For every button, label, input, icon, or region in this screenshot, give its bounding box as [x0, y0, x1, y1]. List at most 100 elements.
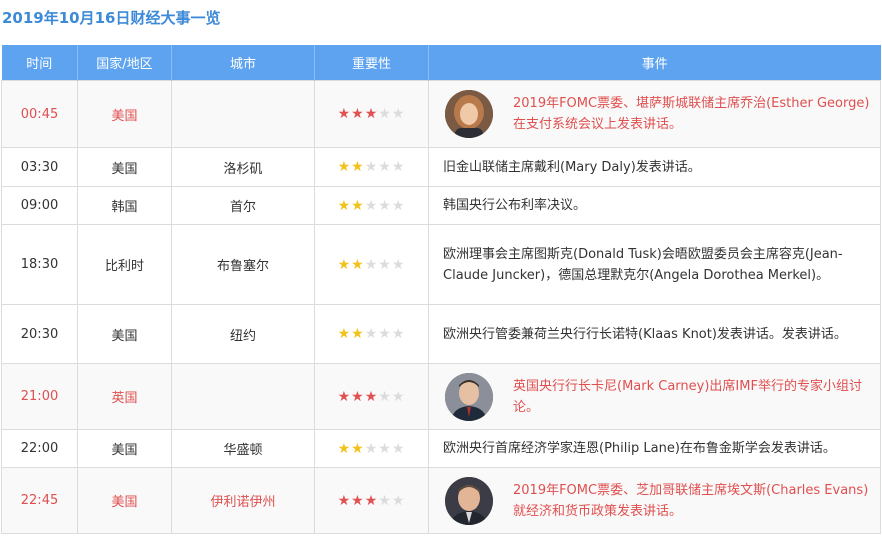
- page-title: 2019年10月16日财经大事一览: [2, 9, 221, 27]
- star-icon: ★: [378, 492, 392, 509]
- star-icon: ★: [351, 256, 365, 273]
- event-cell: 欧洲理事会主席图斯克(Donald Tusk)会晤欧盟委员会主席容克(Jean-…: [428, 224, 881, 305]
- table-header-row: 时间 国家/地区 城市 重要性 事件: [1, 45, 881, 81]
- time-cell: 22:00: [1, 429, 78, 468]
- country-cell: 韩国: [77, 186, 172, 225]
- star-icon: ★: [391, 440, 406, 457]
- table-row[interactable]: 18:30 比利时 布鲁塞尔 ★★★★★ 欧洲理事会主席图斯克(Donald Tusk)…: [1, 224, 881, 305]
- importance-stars: ★★★★★: [338, 159, 406, 175]
- country-cell: 美国: [77, 304, 172, 364]
- country-cell: 美国: [77, 147, 172, 187]
- star-icon: ★: [337, 492, 352, 509]
- star-icon: ★: [391, 326, 406, 342]
- importance-cell: ★★★★★: [314, 186, 429, 225]
- event-description: 英国央行行长卡尼(Mark Carney)出席IMF举行的专家小组讨论。: [513, 378, 862, 415]
- star-icon: ★: [337, 197, 352, 214]
- importance-stars: ★★★★★: [338, 441, 406, 457]
- star-icon: ★: [351, 197, 365, 214]
- event-cell: 2019年FOMC票委、芝加哥联储主席埃文斯(Charles Evans)就经济…: [428, 467, 881, 534]
- time-cell: 21:00: [1, 363, 78, 430]
- star-icon: ★: [378, 440, 392, 457]
- mark-carney-avatar: [445, 372, 493, 421]
- event-description: 欧洲理事会主席图斯克(Donald Tusk)会晤欧盟委员会主席容克(Jean-…: [443, 246, 843, 283]
- star-icon: ★: [351, 106, 365, 122]
- country-cell: 美国: [77, 467, 172, 534]
- star-icon: ★: [364, 388, 379, 405]
- importance-stars: ★★★★★: [338, 326, 406, 342]
- star-icon: ★: [337, 326, 352, 342]
- country-cell: 美国: [77, 80, 172, 148]
- importance-stars: ★★★★★: [338, 198, 406, 214]
- star-icon: ★: [337, 440, 352, 457]
- importance-cell: ★★★★★: [314, 429, 429, 468]
- table-row[interactable]: 22:00 美国 华盛顿 ★★★★★ 欧洲央行首席经济学家连恩(Philip Lane)…: [1, 429, 881, 468]
- column-header-city: 城市: [171, 45, 315, 81]
- city-cell: 布鲁塞尔: [171, 224, 315, 305]
- star-icon: ★: [351, 159, 365, 175]
- table-row[interactable]: 20:30 美国 纽约 ★★★★★ 欧洲央行管委兼荷兰央行行长诺特(Klaas Knot…: [1, 304, 881, 364]
- column-header-country: 国家/地区: [77, 45, 172, 81]
- column-header-event: 事件: [428, 45, 881, 81]
- star-icon: ★: [351, 492, 365, 509]
- star-icon: ★: [391, 106, 406, 122]
- country-cell: 比利时: [77, 224, 172, 305]
- star-icon: ★: [378, 326, 392, 342]
- time-cell: 22:45: [1, 467, 78, 534]
- events-table: 时间 国家/地区 城市 重要性 事件 00:45 美国 ★★★★★ 2019年FOMC…: [1, 45, 881, 534]
- city-cell: [171, 363, 315, 430]
- star-icon: ★: [351, 388, 365, 405]
- table-row[interactable]: 21:00 英国 ★★★★★ 英国央行行长卡尼(Mark Carney)出席IMF举行…: [1, 363, 881, 430]
- star-icon: ★: [351, 326, 365, 342]
- star-icon: ★: [364, 440, 379, 457]
- star-icon: ★: [364, 106, 379, 122]
- star-icon: ★: [391, 388, 406, 405]
- time-cell: 20:30: [1, 304, 78, 364]
- time-cell: 03:30: [1, 147, 78, 187]
- star-icon: ★: [364, 326, 379, 342]
- importance-stars: ★★★★★: [338, 106, 406, 122]
- importance-stars: ★★★★★: [338, 389, 406, 405]
- events-table-body: 00:45 美国 ★★★★★ 2019年FOMC票委、堪萨斯城联储主席乔治(Esthe…: [1, 80, 881, 534]
- table-row[interactable]: 00:45 美国 ★★★★★ 2019年FOMC票委、堪萨斯城联储主席乔治(Esthe…: [1, 80, 881, 148]
- event-description: 2019年FOMC票委、芝加哥联储主席埃文斯(Charles Evans)就经济…: [513, 482, 869, 519]
- esther-george-avatar: [445, 90, 493, 138]
- star-icon: ★: [337, 388, 352, 405]
- star-icon: ★: [391, 256, 406, 273]
- event-cell: 欧洲央行首席经济学家连恩(Philip Lane)在布鲁金斯学会发表讲话。: [428, 429, 881, 468]
- column-header-time: 时间: [1, 45, 78, 81]
- importance-cell: ★★★★★: [314, 80, 429, 148]
- event-cell: 韩国央行公布利率决议。: [428, 186, 881, 225]
- star-icon: ★: [378, 197, 392, 214]
- star-icon: ★: [378, 106, 392, 122]
- star-icon: ★: [351, 440, 365, 457]
- event-description: 欧洲央行管委兼荷兰央行行长诺特(Klaas Knot)发表讲话。发表讲话。: [443, 326, 847, 342]
- time-cell: 18:30: [1, 224, 78, 305]
- table-row[interactable]: 09:00 韩国 首尔 ★★★★★ 韩国央行公布利率决议。: [1, 186, 881, 225]
- star-icon: ★: [337, 159, 352, 175]
- event-description: 旧金山联储主席戴利(Mary Daly)发表讲话。: [443, 159, 701, 175]
- column-header-importance: 重要性: [314, 45, 429, 81]
- table-row[interactable]: 03:30 美国 洛杉矶 ★★★★★ 旧金山联储主席戴利(Mary Daly)发表讲话。: [1, 147, 881, 187]
- importance-cell: ★★★★★: [314, 224, 429, 305]
- city-cell: 洛杉矶: [171, 147, 315, 187]
- star-icon: ★: [378, 256, 392, 273]
- event-cell: 2019年FOMC票委、堪萨斯城联储主席乔治(Esther George)在支付…: [428, 80, 881, 148]
- star-icon: ★: [364, 256, 379, 273]
- star-icon: ★: [378, 388, 392, 405]
- star-icon: ★: [364, 492, 379, 509]
- event-description: 韩国央行公布利率决议。: [443, 198, 587, 213]
- star-icon: ★: [364, 159, 379, 175]
- importance-cell: ★★★★★: [314, 363, 429, 430]
- city-cell: 华盛顿: [171, 429, 315, 468]
- importance-cell: ★★★★★: [314, 304, 429, 364]
- country-cell: 美国: [77, 429, 172, 468]
- table-row[interactable]: 22:45 美国 伊利诺伊州 ★★★★★ 2019年FOMC票委、芝加哥联储主席埃文斯(…: [1, 467, 881, 534]
- event-cell: 英国央行行长卡尼(Mark Carney)出席IMF举行的专家小组讨论。: [428, 363, 881, 430]
- city-cell: 纽约: [171, 304, 315, 364]
- star-icon: ★: [378, 159, 392, 175]
- city-cell: [171, 80, 315, 148]
- star-icon: ★: [391, 492, 406, 509]
- charles-evans-avatar: [445, 476, 493, 525]
- time-cell: 09:00: [1, 186, 78, 225]
- importance-stars: ★★★★★: [338, 493, 406, 509]
